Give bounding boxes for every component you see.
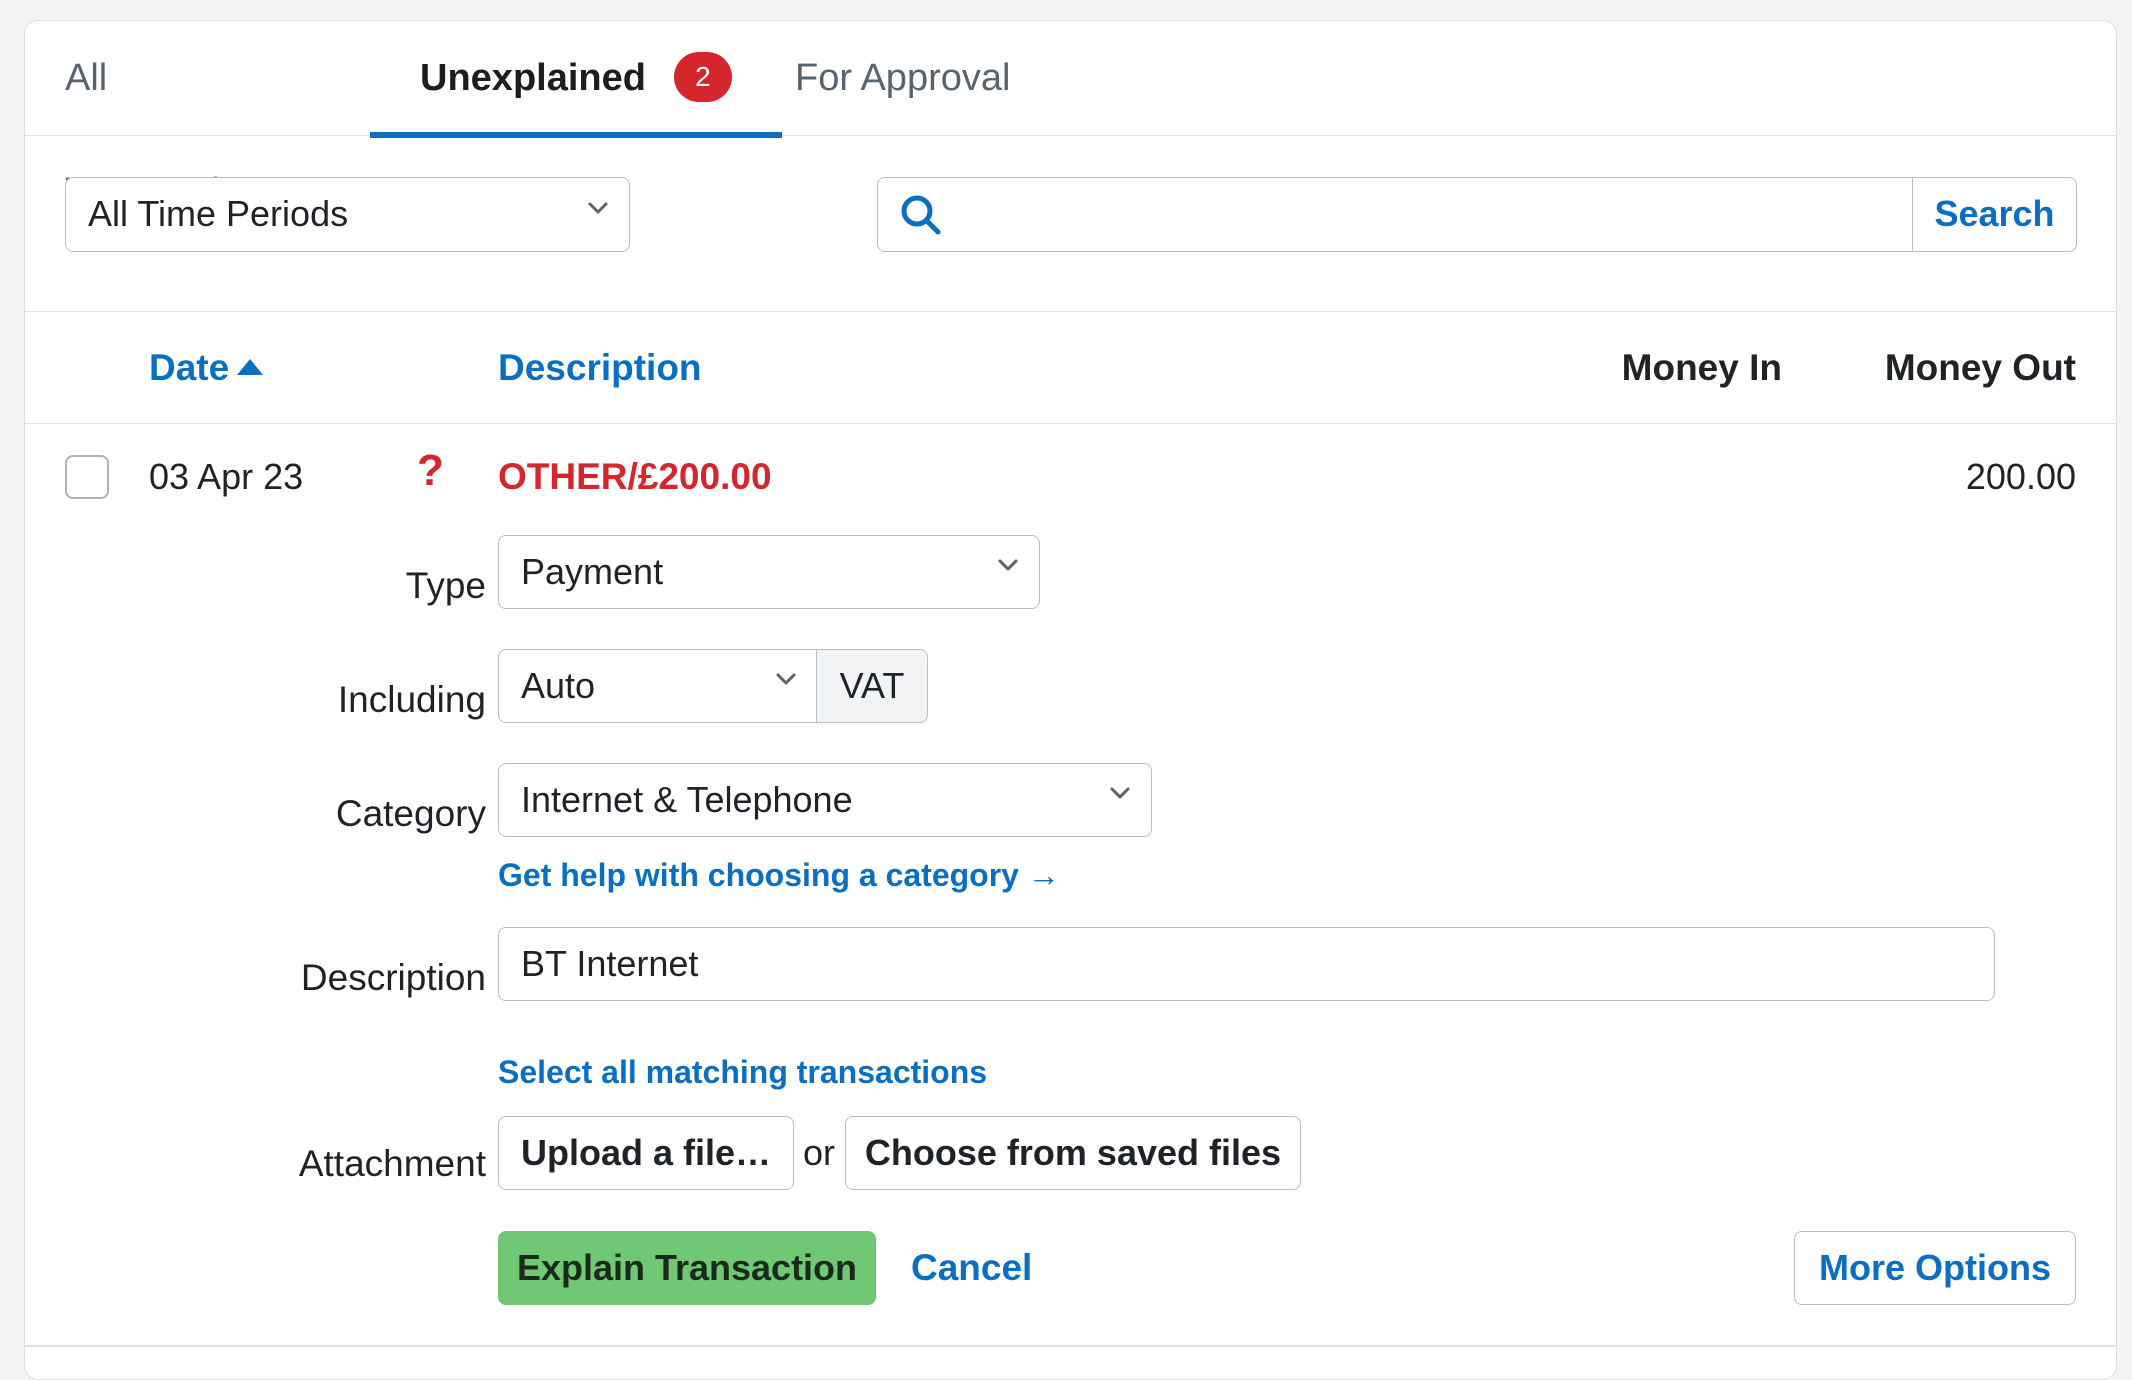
money-out-column-header: Money Out <box>1884 347 2076 388</box>
attachment-label: Attachment <box>298 1143 486 1184</box>
tab-for-approval[interactable]: For Approval <box>795 21 1035 135</box>
time-period-value: All Time Periods <box>88 193 349 234</box>
transactions-panel: All Transactions Unexplained 2 For Approv… <box>24 20 2117 1380</box>
including-select[interactable]: Auto <box>498 649 818 723</box>
chevron-down-icon <box>775 668 797 690</box>
category-help-link[interactable]: Get help with choosing a category → <box>498 853 1060 897</box>
tab-label: Unexplained <box>420 57 646 99</box>
vat-addon: VAT <box>816 649 928 723</box>
type-label: Type <box>405 565 486 606</box>
date-header-label: Date <box>149 347 230 388</box>
type-value: Payment <box>521 551 664 592</box>
cancel-link[interactable]: Cancel <box>911 1243 1032 1293</box>
table-header: Date Description Money In Money Out <box>25 313 2116 424</box>
more-options-button[interactable]: More Options <box>1794 1231 2076 1305</box>
search-icon <box>899 193 943 237</box>
tab-all-transactions[interactable]: All Transactions <box>65 21 300 213</box>
category-select[interactable]: Internet & Telephone <box>498 763 1152 837</box>
upload-file-button[interactable]: Upload a file… <box>498 1116 794 1190</box>
including-label: Including <box>337 679 486 720</box>
count-badge: 2 <box>673 51 732 102</box>
or-separator: or <box>803 1132 836 1173</box>
date-column-header[interactable]: Date <box>149 313 264 423</box>
choose-saved-files-button[interactable]: Choose from saved files <box>845 1116 1301 1190</box>
row-checkbox[interactable] <box>65 455 109 499</box>
description-input[interactable] <box>498 927 1995 1001</box>
row-divider <box>25 1345 2116 1347</box>
search-button[interactable]: Search <box>1912 177 2077 252</box>
including-value: Auto <box>521 665 596 706</box>
table-row: 03 Apr 23 ? OTHER/£200.00 200.00 Type Pa… <box>25 425 2116 1345</box>
select-matching-link[interactable]: Select all matching transactions <box>498 1050 987 1094</box>
row-description: OTHER/£200.00 <box>498 456 772 497</box>
row-date: 03 Apr 23 <box>149 456 304 497</box>
chevron-down-icon <box>587 197 609 219</box>
search-input[interactable] <box>877 177 1912 252</box>
tab-label: For Approval <box>795 57 1011 99</box>
chevron-down-icon <box>997 554 1019 576</box>
type-select[interactable]: Payment <box>498 535 1040 609</box>
tab-unexplained[interactable]: Unexplained 2 <box>370 21 782 138</box>
row-money-out: 200.00 <box>1965 456 2076 497</box>
time-period-select[interactable]: All Time Periods <box>65 177 630 252</box>
filter-bar: All Time Periods Search <box>25 137 2116 312</box>
sort-ascending-icon <box>237 359 264 376</box>
money-in-column-header: Money In <box>1621 347 1782 388</box>
category-label: Category <box>335 793 486 834</box>
chevron-down-icon <box>1109 782 1131 804</box>
description-label: Description <box>300 957 486 998</box>
category-value: Internet & Telephone <box>521 779 853 820</box>
question-mark-icon: ? <box>417 446 444 495</box>
explain-transaction-button[interactable]: Explain Transaction <box>498 1231 876 1305</box>
description-column-header[interactable]: Description <box>498 313 702 423</box>
search-group: Search <box>877 177 2077 252</box>
tab-bar: All Transactions Unexplained 2 For Approv… <box>25 21 2116 213</box>
